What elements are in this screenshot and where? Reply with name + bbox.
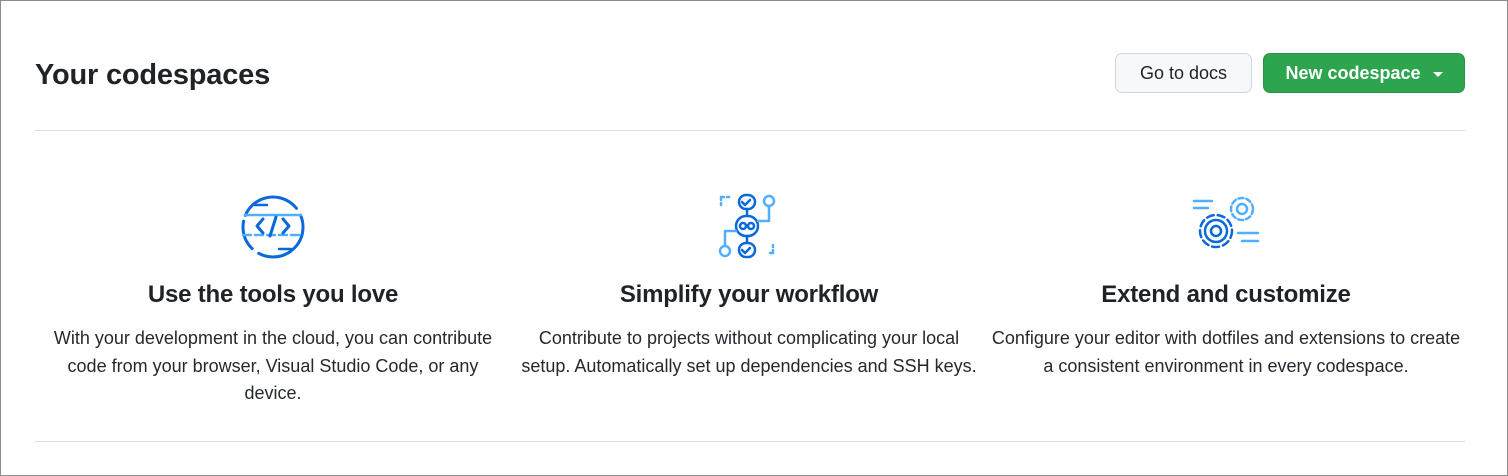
go-to-docs-label: Go to docs xyxy=(1139,62,1228,83)
feature-title: Use the tools you love xyxy=(147,281,399,308)
feature-title: Simplify your workflow xyxy=(619,281,879,308)
feature-workflow: Simplify your workflow Contribute to pro… xyxy=(511,191,987,380)
header-divider xyxy=(35,130,1465,131)
feature-description: With your development in the cloud, you … xyxy=(53,328,493,403)
code-browser-icon xyxy=(241,195,305,259)
caret-down-icon[interactable] xyxy=(1432,71,1443,77)
new-codespace-button[interactable]: New codespace xyxy=(1263,53,1465,93)
page-header: Your codespaces Go to docs New codespace xyxy=(35,49,1465,99)
workflow-icon xyxy=(718,193,776,259)
feature-tools: Use the tools you love With your develop… xyxy=(35,191,511,408)
feature-customize: Extend and customize Configure your edit… xyxy=(988,191,1464,380)
feature-description: Configure your editor with dotfiles and … xyxy=(991,328,1461,376)
go-to-docs-button[interactable]: Go to docs xyxy=(1115,53,1252,93)
feature-title: Extend and customize xyxy=(1101,281,1351,308)
feature-description: Contribute to projects without complicat… xyxy=(521,328,977,376)
page-title: Your codespaces xyxy=(35,59,271,91)
footer-divider xyxy=(35,441,1465,442)
new-codespace-label: New codespace xyxy=(1285,62,1421,83)
codespaces-panel: Your codespaces Go to docs New codespace… xyxy=(0,0,1508,476)
gears-icon xyxy=(1192,196,1260,249)
